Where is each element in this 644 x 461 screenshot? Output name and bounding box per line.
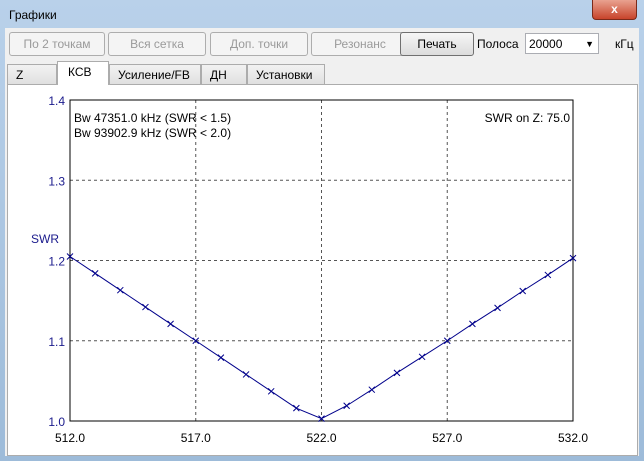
y-tick-label: 1.2 [48, 255, 65, 269]
data-point-marker [267, 387, 275, 395]
bw-annotation-2: Bw 93902.9 kHz (SWR < 2.0) [74, 126, 231, 140]
swr-on-z-annotation: SWR on Z: 75.0 [485, 111, 571, 125]
tab-swr[interactable]: КСВ [57, 61, 109, 85]
data-point-marker [494, 304, 501, 312]
y-tick-label: 1.1 [48, 335, 65, 349]
data-point-marker [343, 402, 351, 410]
y-tick-label: 1.4 [48, 94, 65, 108]
data-point-marker [393, 369, 401, 377]
y-tick-label: 1.3 [48, 174, 65, 188]
x-tick-label: 517.0 [181, 431, 211, 445]
bw-annotation-1: Bw 47351.0 kHz (SWR < 1.5) [74, 111, 231, 125]
data-point-marker [217, 354, 225, 361]
data-point-marker [91, 269, 99, 277]
y-tick-label: 1.0 [48, 415, 65, 429]
x-tick-label: 522.0 [306, 431, 336, 445]
data-point-marker [142, 303, 149, 311]
x-tick-label: 532.0 [558, 431, 588, 445]
x-tick-label: 527.0 [432, 431, 462, 445]
data-point-marker [292, 404, 300, 412]
data-point-marker [544, 271, 552, 279]
graphs-window: Графики x По 2 точкам Вся сетка Доп. точ… [0, 0, 644, 461]
data-point-marker [167, 320, 174, 328]
data-point-marker [116, 286, 124, 294]
data-point-marker [469, 320, 476, 328]
data-point-marker [418, 353, 426, 361]
data-point-marker [519, 287, 527, 295]
x-tick-label: 512.0 [55, 431, 85, 445]
data-point-marker [242, 371, 250, 378]
y-axis-label: SWR [31, 232, 59, 246]
data-point-marker [368, 386, 376, 394]
